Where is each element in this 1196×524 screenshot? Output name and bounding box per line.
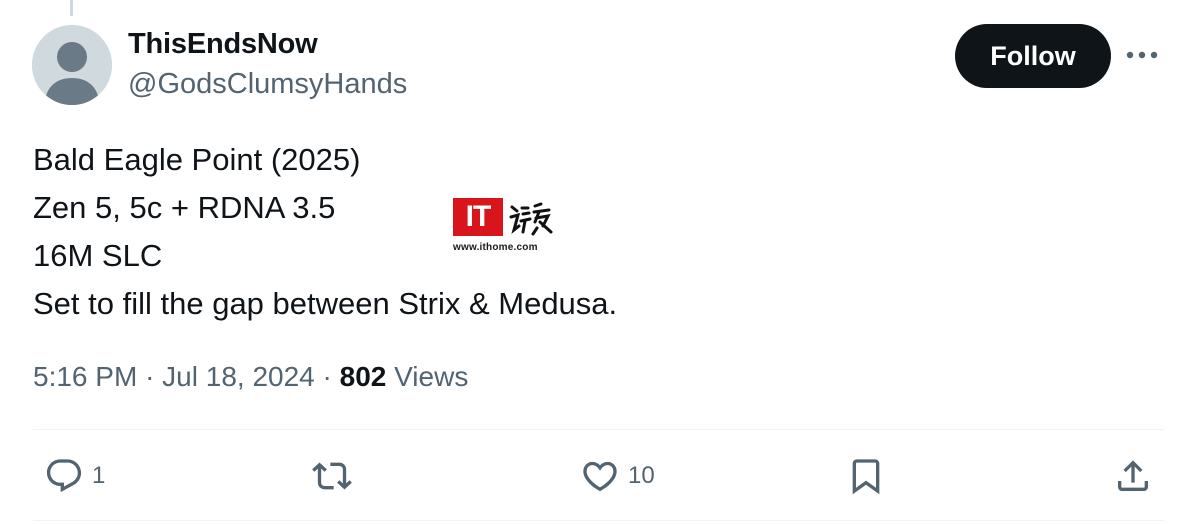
repost-button[interactable] bbox=[310, 456, 362, 496]
tweet-line: Set to fill the gap between Strix & Medu… bbox=[33, 286, 618, 321]
divider bbox=[33, 520, 1164, 521]
repost-icon bbox=[312, 462, 352, 490]
heart-icon bbox=[583, 461, 617, 492]
tweet-time[interactable]: 5:16 PM bbox=[33, 361, 137, 392]
reply-button[interactable]: 1 bbox=[44, 456, 105, 496]
more-options-button[interactable] bbox=[1122, 40, 1162, 70]
views-count: 802 bbox=[339, 361, 387, 392]
bookmark-button[interactable] bbox=[846, 456, 886, 496]
share-button[interactable] bbox=[1113, 456, 1153, 496]
like-button[interactable]: 10 bbox=[580, 456, 655, 496]
reply-icon bbox=[46, 459, 82, 493]
bookmark-icon bbox=[852, 459, 880, 495]
share-icon bbox=[1118, 460, 1148, 491]
watermark-logo: IT bbox=[453, 198, 503, 236]
avatar[interactable] bbox=[32, 25, 112, 105]
ithome-watermark: IT www.ithome.com bbox=[453, 196, 555, 258]
like-count: 10 bbox=[628, 462, 655, 489]
author-display-name[interactable]: ThisEndsNow bbox=[128, 28, 318, 61]
divider bbox=[33, 429, 1164, 430]
watermark-calligraphy-icon bbox=[509, 202, 553, 236]
tweet-card: ThisEndsNow @GodsClumsyHands Follow Bald… bbox=[0, 0, 1196, 524]
more-horizontal-icon bbox=[1126, 51, 1158, 59]
views-label: Views bbox=[394, 361, 469, 392]
follow-button[interactable]: Follow bbox=[955, 24, 1111, 88]
tweet-meta: 5:16 PM · Jul 18, 2024 · 802 Views bbox=[33, 361, 468, 393]
default-avatar-icon bbox=[32, 25, 112, 105]
author-handle[interactable]: @GodsClumsyHands bbox=[128, 68, 407, 101]
meta-separator: · bbox=[322, 361, 332, 392]
watermark-url: www.ithome.com bbox=[453, 242, 538, 253]
tweet-line: Bald Eagle Point (2025) bbox=[33, 142, 361, 177]
tweet-date[interactable]: Jul 18, 2024 bbox=[162, 361, 315, 392]
reply-count: 1 bbox=[92, 462, 106, 489]
thread-connector-line bbox=[70, 0, 73, 16]
meta-separator: · bbox=[145, 361, 155, 392]
